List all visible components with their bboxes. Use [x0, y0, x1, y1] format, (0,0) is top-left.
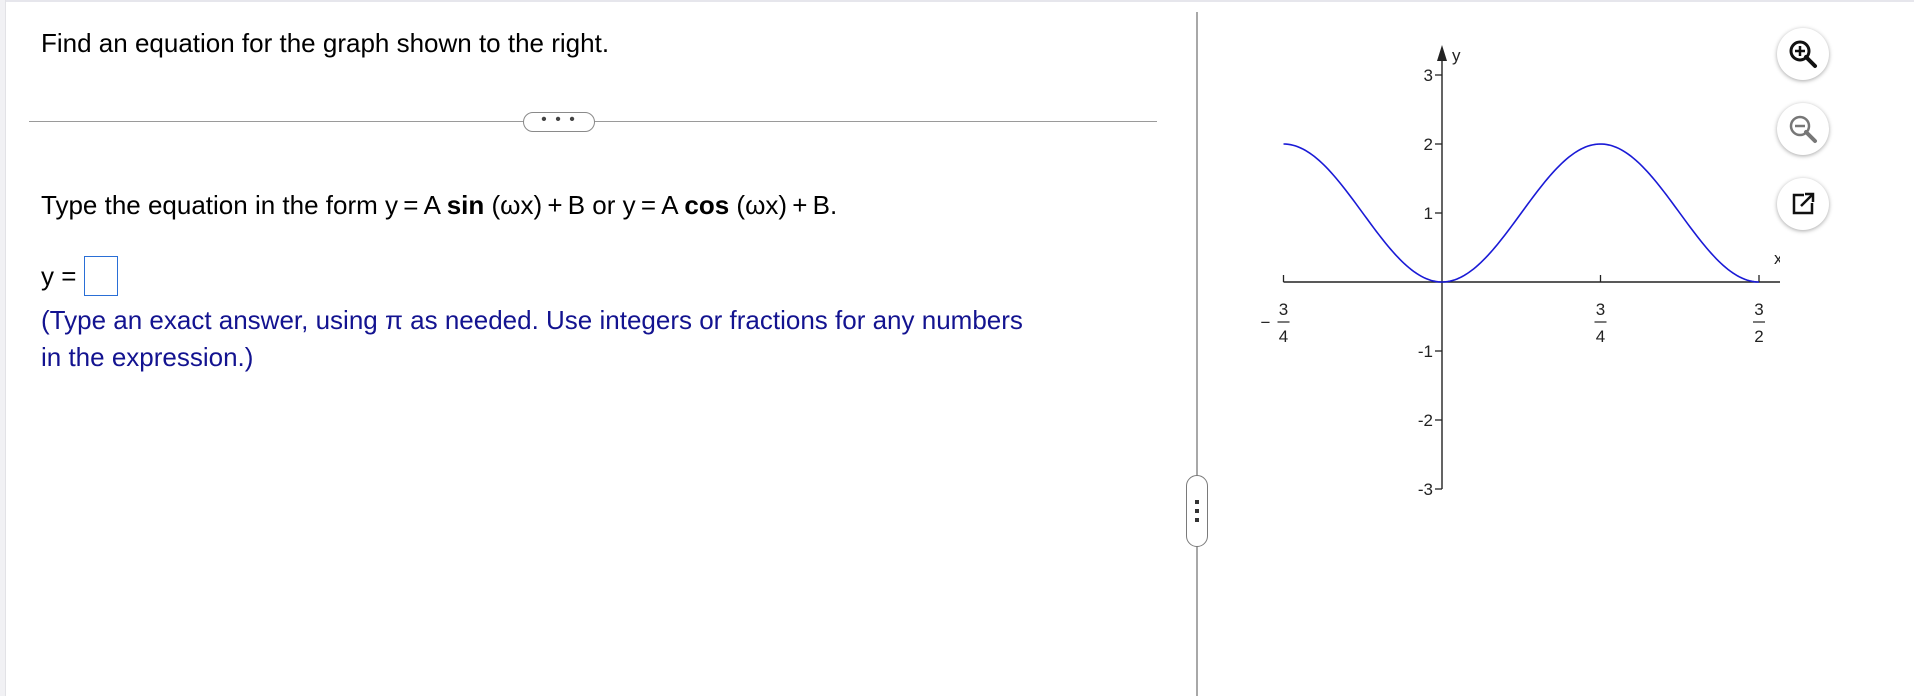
zoom-in-icon: [1789, 40, 1817, 68]
answer-input[interactable]: [84, 256, 119, 296]
pane-splitter[interactable]: [1196, 12, 1198, 696]
answer-row: y =: [41, 256, 119, 296]
popout-button[interactable]: [1777, 178, 1829, 230]
question-pane: Find an equation for the graph shown to …: [6, 2, 1196, 696]
splitter-dot: [1195, 518, 1199, 522]
zoom-out-button[interactable]: [1777, 103, 1829, 155]
answer-label: y =: [41, 260, 77, 291]
x-tick-numerator: 3: [1596, 300, 1605, 319]
y-tick-label: 2: [1424, 135, 1433, 154]
y-tick-label: -1: [1418, 342, 1433, 361]
sine-curve: [1283, 143, 1760, 283]
instruction-mid: (ωx) + B or y = A: [484, 190, 685, 220]
instruction-text: Type the equation in the form y = A sin …: [41, 190, 837, 221]
hint-line-1: (Type an exact answer, using π as needed…: [41, 305, 1023, 335]
splitter-dot: [1195, 509, 1199, 513]
splitter-dot: [1195, 500, 1199, 504]
instruction-prefix: Type the equation in the form y = A: [41, 190, 447, 220]
y-tick-label: -3: [1418, 480, 1433, 499]
x-tick-denominator: 4: [1596, 327, 1605, 346]
x-axis-label: x: [1774, 249, 1780, 268]
y-tick-label: 3: [1424, 66, 1433, 85]
splitter-handle[interactable]: [1186, 475, 1208, 547]
graph-canvas: xy 321-1-2-334−3432: [1261, 45, 1780, 499]
hint-text: (Type an exact answer, using π as needed…: [41, 302, 1141, 376]
zoom-out-icon: [1789, 115, 1817, 143]
expand-more-button[interactable]: • • •: [523, 112, 595, 132]
hint-line-2: in the expression.): [41, 342, 254, 372]
instruction-suffix: (ωx) + B.: [729, 190, 838, 220]
x-tick-denominator: 4: [1279, 327, 1288, 346]
y-tick-label: -2: [1418, 411, 1433, 430]
instruction-sin: sin: [446, 190, 485, 220]
x-tick-denominator: 2: [1754, 327, 1763, 346]
question-text: Find an equation for the graph shown to …: [41, 28, 610, 58]
y-axis-label: y: [1452, 46, 1461, 65]
instruction-cos: cos: [684, 190, 730, 220]
y-axis-arrow: [1437, 45, 1447, 61]
x-tick-numerator: 3: [1754, 300, 1763, 319]
zoom-in-button[interactable]: [1777, 28, 1829, 80]
axes: xy: [1283, 45, 1780, 489]
y-tick-label: 1: [1424, 204, 1433, 223]
x-tick-sign: −: [1261, 313, 1271, 332]
popout-icon: [1792, 192, 1815, 215]
x-tick-numerator: 3: [1279, 300, 1288, 319]
